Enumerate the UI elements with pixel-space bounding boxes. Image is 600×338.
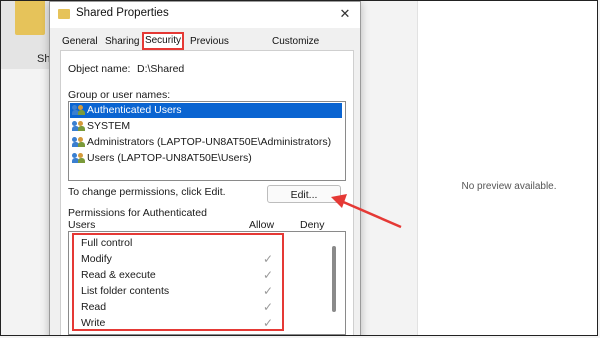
screen: Sh No preview available. Shared Properti… (0, 0, 598, 336)
arrow-head (331, 194, 347, 208)
arrow-line (340, 199, 402, 229)
annotation-arrow (331, 194, 402, 229)
